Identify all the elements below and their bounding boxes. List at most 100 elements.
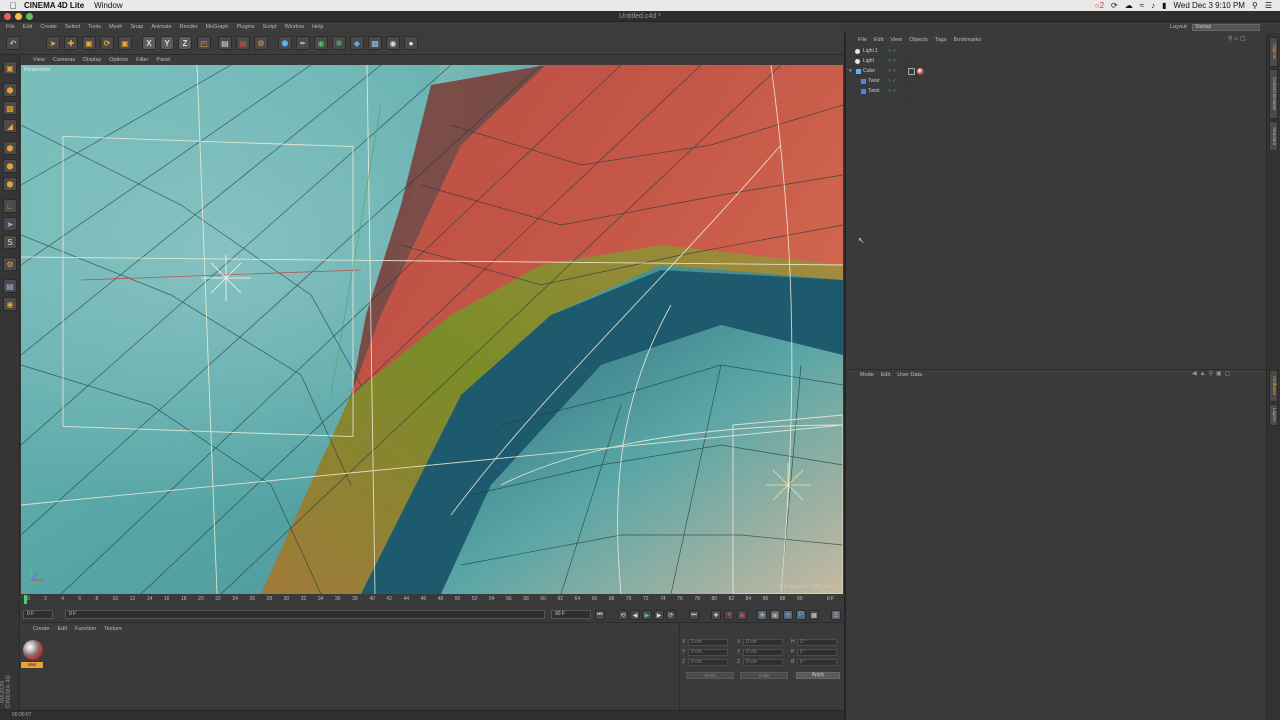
position-x-field[interactable]: 0 cm bbox=[688, 639, 728, 646]
object-name[interactable]: Twist bbox=[868, 88, 879, 94]
record-point-level-icon[interactable]: ▦ bbox=[809, 610, 819, 620]
model-mode-icon[interactable]: ⬢ bbox=[3, 83, 17, 97]
render-view-icon[interactable]: ▤ bbox=[218, 36, 232, 50]
tab-attributes[interactable]: Attributes bbox=[1269, 370, 1278, 402]
floor-icon[interactable]: ▩ bbox=[368, 36, 382, 50]
visibility-toggle-icon[interactable]: ○ ✓ bbox=[888, 78, 897, 84]
array-icon[interactable]: ❋ bbox=[332, 36, 346, 50]
tab-objects[interactable]: Objects bbox=[1269, 37, 1278, 67]
search-icon[interactable]: ⚲ bbox=[1209, 371, 1216, 377]
y-axis-lock-button[interactable]: Y bbox=[160, 36, 174, 50]
object-row[interactable]: Twist ○ ✓ bbox=[846, 87, 1266, 97]
deformer-icon[interactable]: ◆ bbox=[350, 36, 364, 50]
om-menu-view[interactable]: View bbox=[890, 37, 902, 43]
workplane-lock-icon[interactable]: ⚙ bbox=[3, 257, 17, 271]
layout-select[interactable]: Startup bbox=[1192, 23, 1261, 31]
menubar-clock[interactable]: Wed Dec 3 9:10 PM bbox=[1174, 1, 1245, 10]
object-row[interactable]: Light ○ ✓ bbox=[846, 57, 1266, 67]
render-picture-viewer-icon[interactable]: ▤ bbox=[236, 36, 250, 50]
viewport-menu-view[interactable]: View bbox=[33, 57, 45, 63]
volume-icon[interactable]: ♪ bbox=[1151, 1, 1155, 10]
viewport-menu-panel[interactable]: Panel bbox=[156, 57, 170, 63]
solo-icon[interactable]: ◉ bbox=[3, 297, 17, 311]
lock-icon[interactable]: ▣ bbox=[1216, 371, 1225, 377]
object-row[interactable]: Twist ○ ✓ bbox=[846, 77, 1266, 87]
light-icon[interactable]: ● bbox=[404, 36, 418, 50]
material-menu-edit[interactable]: Edit bbox=[58, 626, 67, 632]
next-frame-icon[interactable]: ▶ bbox=[654, 610, 664, 620]
autokeying-icon[interactable]: ● bbox=[724, 610, 734, 620]
texture-mode-icon[interactable]: ▩ bbox=[3, 101, 17, 115]
timeline-end-frame[interactable]: 0 F bbox=[827, 596, 834, 602]
menu-mograph[interactable]: MoGraph bbox=[206, 24, 229, 30]
expand-triangle-icon[interactable]: ▾ bbox=[849, 68, 854, 74]
attr-menu-user-data[interactable]: User Data bbox=[897, 372, 922, 378]
om-menu-file[interactable]: File bbox=[858, 37, 867, 43]
make-editable-icon[interactable]: ▣ bbox=[3, 61, 17, 75]
notification-icon[interactable]: ○2 bbox=[1095, 1, 1104, 10]
viewport-menu-filter[interactable]: Filter bbox=[136, 57, 148, 63]
om-menu-objects[interactable]: Objects bbox=[909, 37, 928, 43]
spotlight-icon[interactable]: ⚲ bbox=[1252, 1, 1258, 10]
start-frame-field[interactable]: 0 F bbox=[23, 610, 53, 619]
om-menu-edit[interactable]: Edit bbox=[874, 37, 883, 43]
rotation-p-field[interactable]: 0 ° bbox=[797, 649, 837, 656]
go-to-end-icon[interactable]: ⏭ bbox=[689, 610, 699, 620]
size-x-field[interactable]: 0 cm bbox=[743, 639, 783, 646]
current-frame-marker[interactable] bbox=[24, 595, 27, 604]
play-forward-icon[interactable]: ▶ bbox=[642, 610, 652, 620]
record-rotation-icon[interactable]: ⟳ bbox=[783, 610, 793, 620]
menu-snap[interactable]: Snap bbox=[130, 24, 143, 30]
apply-button[interactable]: Apply bbox=[796, 672, 840, 679]
material-tag-icon[interactable] bbox=[917, 68, 924, 75]
menu-select[interactable]: Select bbox=[65, 24, 80, 30]
rotation-b-field[interactable]: 0 ° bbox=[797, 659, 837, 666]
menu-window[interactable]: Window bbox=[285, 24, 305, 30]
timeline-ruler[interactable]: 0 2 4 6 8 10 12 14 16 18 20 22 24 26 28 30 32 34 36 38 40 42 4… bbox=[21, 594, 844, 606]
object-name[interactable]: Cube bbox=[863, 68, 875, 74]
battery-icon[interactable]: ▮ bbox=[1162, 1, 1166, 10]
timeline-window-icon[interactable]: ☰ bbox=[831, 610, 841, 620]
record-active-objects-icon[interactable]: ❖ bbox=[711, 610, 721, 620]
menu-script[interactable]: Script bbox=[263, 24, 277, 30]
perspective-viewport[interactable] bbox=[21, 65, 843, 594]
position-y-field[interactable]: 0 cm bbox=[688, 649, 728, 656]
scale-tool-icon[interactable]: ▣ bbox=[82, 36, 96, 50]
preview-range-slider[interactable]: 0 F bbox=[65, 610, 545, 619]
up-arrow-icon[interactable]: ▲ bbox=[1200, 371, 1209, 377]
menu-file[interactable]: File bbox=[6, 24, 15, 30]
nurbs-icon[interactable]: ◉ bbox=[314, 36, 328, 50]
position-z-field[interactable]: 0 cm bbox=[688, 659, 728, 666]
wifi-icon[interactable]: ≈ bbox=[1140, 1, 1144, 10]
visibility-toggle-icon[interactable]: ○ ✓ bbox=[888, 88, 897, 94]
object-name[interactable]: Twist bbox=[868, 78, 879, 84]
menu-plugins[interactable]: Plugins bbox=[237, 24, 255, 30]
cloud-icon[interactable]: ☁ bbox=[1125, 1, 1133, 10]
viewport-menu-options[interactable]: Options bbox=[109, 57, 128, 63]
go-to-start-icon[interactable]: ⏮ bbox=[595, 610, 605, 620]
menu-create[interactable]: Create bbox=[40, 24, 57, 30]
recent-tools-icon[interactable]: ▣ bbox=[118, 36, 132, 50]
new-view-icon[interactable]: ▢ bbox=[1240, 36, 1248, 42]
cube-primitive-icon[interactable]: ⬢ bbox=[278, 36, 292, 50]
object-name[interactable]: Light.1 bbox=[863, 48, 878, 54]
mac-app-name[interactable]: CINEMA 4D Lite bbox=[24, 1, 84, 10]
object-name[interactable]: Light bbox=[863, 58, 874, 64]
material-swatch[interactable] bbox=[23, 640, 43, 660]
camera-icon[interactable]: ◉ bbox=[386, 36, 400, 50]
menu-tools[interactable]: Tools bbox=[88, 24, 101, 30]
material-name-label[interactable]: Mat bbox=[21, 662, 43, 668]
back-arrow-icon[interactable]: ◀ bbox=[1192, 371, 1200, 377]
om-menu-tags[interactable]: Tags bbox=[935, 37, 947, 43]
previous-frame-icon[interactable]: ◀ bbox=[630, 610, 640, 620]
menu-render[interactable]: Render bbox=[180, 24, 198, 30]
phong-tag-icon[interactable] bbox=[908, 68, 915, 75]
viewport-menu-display[interactable]: Display bbox=[83, 57, 101, 63]
tab-structure[interactable]: Structure bbox=[1269, 121, 1278, 151]
coordinate-system-icon[interactable]: ◰ bbox=[197, 36, 211, 50]
record-scale-icon[interactable]: ▣ bbox=[770, 610, 780, 620]
notification-center-icon[interactable]: ☰ bbox=[1265, 1, 1272, 10]
tab-content-browser[interactable]: Content Browser bbox=[1269, 69, 1278, 119]
material-menu-create[interactable]: Create bbox=[33, 626, 50, 632]
live-selection-icon[interactable]: ➤ bbox=[46, 36, 60, 50]
